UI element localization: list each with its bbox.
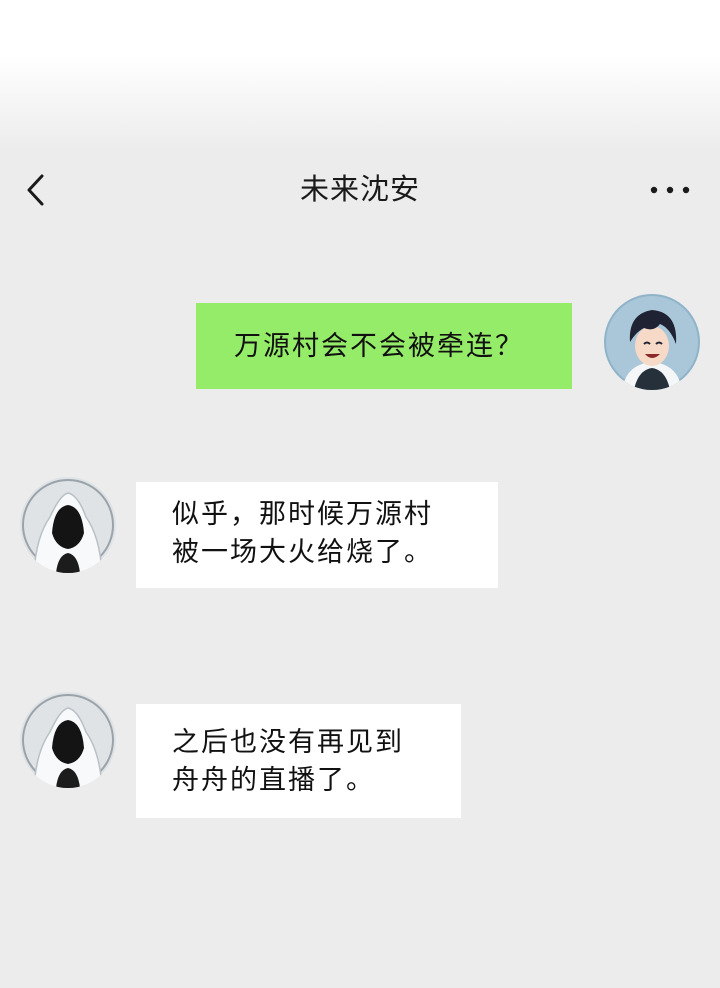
message-text-line: 舟舟的直播了。: [172, 765, 375, 796]
hooded-avatar-image: [20, 692, 116, 788]
message-bubble-incoming[interactable]: 之后也没有再见到 舟舟的直播了。: [136, 704, 461, 818]
top-fade: [0, 0, 720, 150]
message-text: 万源村会不会被牵连？: [234, 331, 524, 362]
chat-title: 未来沈安: [299, 172, 420, 206]
hooded-avatar-image: [20, 477, 116, 573]
avatar-self[interactable]: [604, 294, 700, 390]
avatar-other[interactable]: [20, 477, 116, 573]
chat-header: 未来沈安: [0, 150, 720, 225]
back-button[interactable]: [18, 170, 58, 210]
message-text-line: 似乎，那时候万源村: [172, 499, 433, 530]
more-button[interactable]: [646, 175, 694, 205]
avatar-other[interactable]: [20, 692, 116, 788]
message-text-line: 被一场大火给烧了。: [172, 537, 433, 568]
more-dots-icon: [650, 186, 690, 194]
message-bubble-outgoing[interactable]: 万源村会不会被牵连？: [196, 303, 572, 389]
message-text-line: 之后也没有再见到: [172, 727, 404, 758]
chevron-left-icon: [27, 174, 44, 206]
avatar-self-image: [604, 294, 700, 390]
message-bubble-incoming[interactable]: 似乎，那时候万源村 被一场大火给烧了。: [136, 482, 498, 588]
